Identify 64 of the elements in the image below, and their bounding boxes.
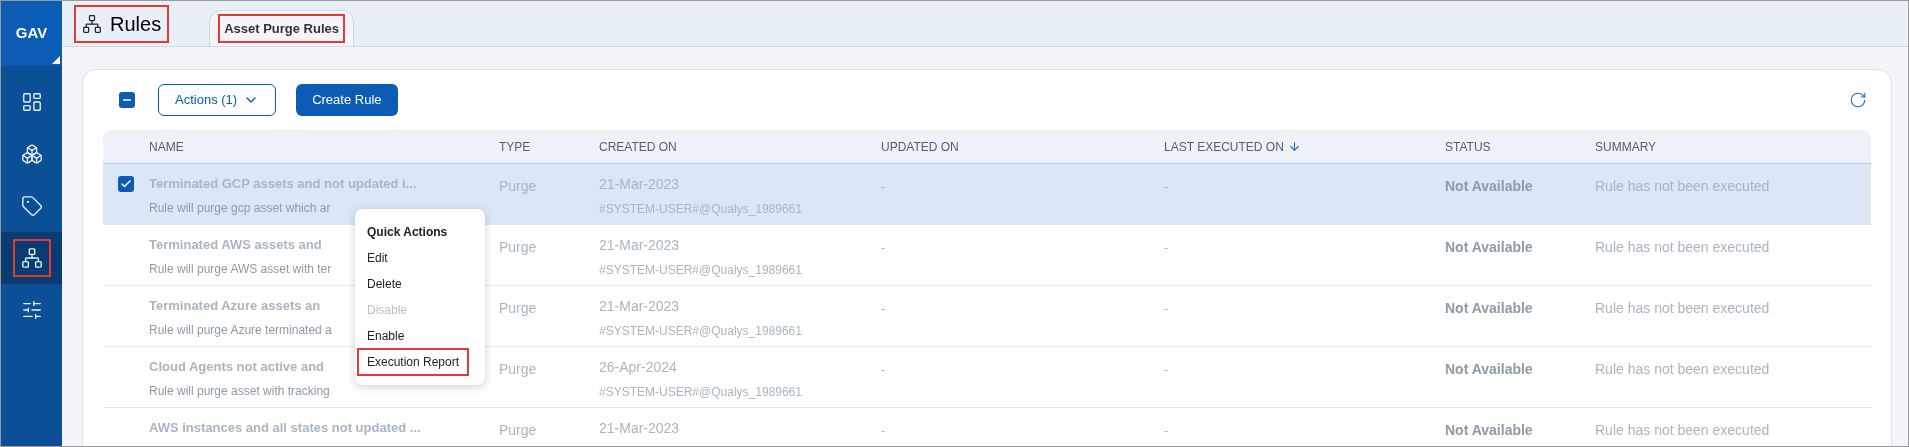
boxes-icon (20, 143, 43, 165)
table-cell: Rule has not been executed (1595, 239, 1770, 255)
sort-arrow-icon (1287, 140, 1301, 153)
column-header[interactable]: NAME (149, 137, 184, 156)
table-cell-text: 21-Mar-2023 (599, 236, 681, 255)
table-cell: - (881, 423, 886, 438)
refresh-icon[interactable] (1849, 91, 1867, 109)
rule-description: Rule will purge gcp asset which ar (149, 199, 331, 217)
table-cell: - (881, 179, 886, 194)
column-header[interactable]: SUMMARY (1595, 137, 1657, 156)
table-cell: Rule has not been executed (1595, 300, 1770, 316)
select-all-checkbox[interactable] (119, 92, 135, 108)
check-icon (120, 178, 132, 190)
table-cell: Purge (499, 422, 537, 438)
table-cell: Purge (499, 239, 537, 255)
table-cell: - (1164, 240, 1169, 255)
status-text: Not Available (1445, 300, 1533, 316)
table-cell: Purge (499, 361, 537, 377)
table-cell: - (881, 301, 886, 316)
table-cell: - (1164, 423, 1169, 438)
tab[interactable]: Asset Purge Rules (209, 10, 354, 46)
hierarchy-icon (20, 247, 43, 269)
rule-description: Rule will purge asset with tracking (149, 382, 330, 400)
tag-icon (20, 195, 43, 217)
menu-title: Quick Actions (366, 224, 449, 241)
table-cell: Rule has not been executed (1595, 361, 1770, 377)
table-cell-text: 26-Apr-2024 (599, 358, 678, 377)
table-cell: - (881, 362, 886, 377)
menu-item[interactable]: Edit (357, 244, 398, 272)
status-text: Not Available (1445, 239, 1533, 255)
sliders-icon (20, 299, 43, 321)
rule-description: Rule will purge AWS asset with ter (149, 260, 332, 278)
app-badge[interactable]: GAV (1, 1, 62, 66)
table-cell-text: #SYSTEM-USER#@Qualys_1989661 (599, 323, 803, 340)
actions-button[interactable]: Actions (1) (158, 84, 277, 116)
table-cell-text: 21-Mar-2023 (599, 419, 681, 438)
column-header[interactable]: STATUS (1445, 137, 1491, 156)
table-cell: - (881, 240, 886, 255)
row-checkbox[interactable] (118, 176, 134, 192)
column-header[interactable]: TYPE (499, 137, 531, 156)
create-rule-button[interactable]: Create Rule (296, 84, 398, 116)
table-cell-text: #SYSTEM-USER#@Qualys_1989661 (599, 262, 803, 279)
table-cell: - (1164, 362, 1169, 377)
corner-icon (52, 56, 60, 64)
hierarchy-icon (82, 13, 102, 34)
rule-description: Rule will purge Azure terminated a (149, 321, 332, 339)
table-cell: Rule has not been executed (1595, 422, 1770, 438)
menu-item[interactable]: Enable (357, 322, 415, 350)
table-cell: Purge (499, 300, 537, 316)
table-cell: - (1164, 179, 1169, 194)
menu-item[interactable]: Execution Report (357, 348, 470, 376)
column-header[interactable]: CREATED ON (599, 137, 677, 156)
table-cell-text: #SYSTEM-USER#@Qualys_1989661 (599, 384, 803, 401)
dashboard-icon (20, 91, 43, 113)
status-text: Not Available (1445, 178, 1533, 194)
status-text: Not Available (1445, 422, 1533, 438)
column-header[interactable]: UPDATED ON (881, 137, 959, 156)
table-cell: - (1164, 301, 1169, 316)
sidebar-item[interactable] (1, 232, 62, 284)
column-header[interactable]: LAST EXECUTED ON (1164, 137, 1301, 156)
status-text: Not Available (1445, 361, 1533, 377)
title-text: Rules (110, 11, 162, 37)
tab-label: Asset Purge Rules (218, 13, 345, 44)
table-cell-text: 21-Mar-2023 (599, 297, 681, 316)
